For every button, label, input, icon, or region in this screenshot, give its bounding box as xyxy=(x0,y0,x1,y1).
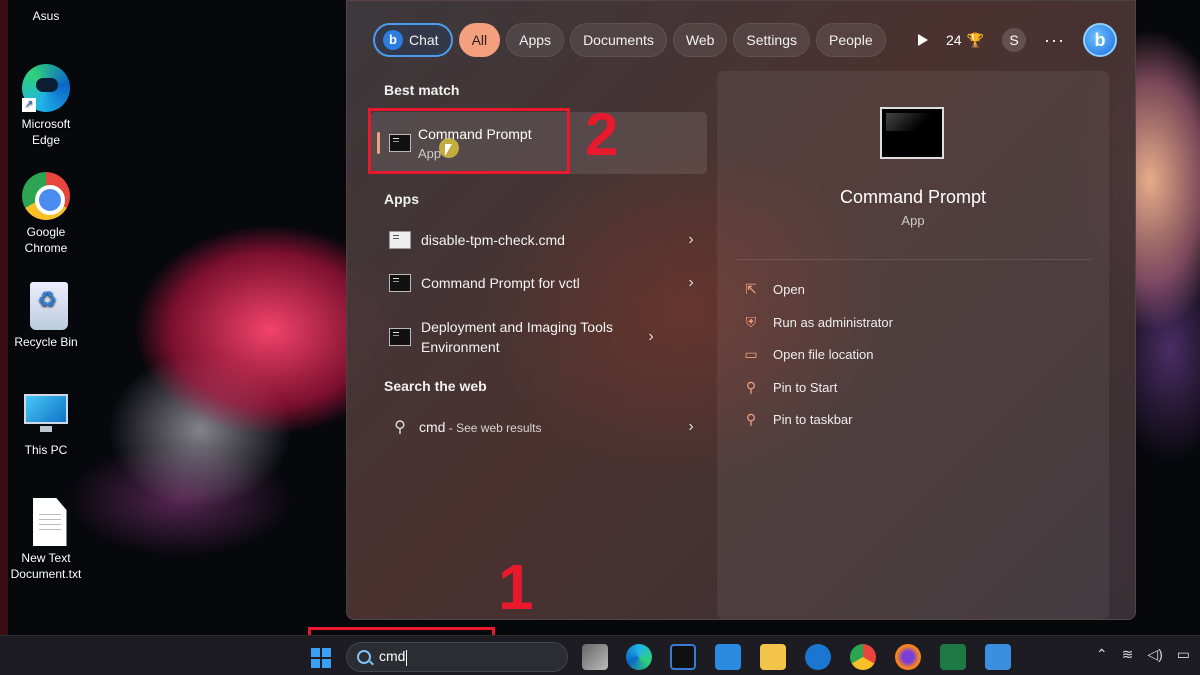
avatar[interactable]: S xyxy=(1002,28,1027,52)
pin-icon: ⚲ xyxy=(745,378,757,395)
command-prompt-icon xyxy=(880,107,944,159)
action-pin-to-taskbar[interactable]: ⚲ Pin to taskbar xyxy=(743,407,853,431)
script-file-icon xyxy=(389,231,411,249)
edge-icon: ↗ xyxy=(22,64,70,112)
annotation-box-step-2 xyxy=(368,108,570,174)
battery-icon[interactable]: ▭ xyxy=(1177,646,1190,663)
desktop-icon-edge[interactable]: ↗ Microsoft Edge xyxy=(8,64,84,148)
list-item[interactable]: Deployment and Imaging Tools Environment… xyxy=(371,315,707,359)
annotation-number-1: 1 xyxy=(498,551,534,623)
command-prompt-icon xyxy=(389,274,411,292)
action-open-file-location[interactable]: ▭ Open file location xyxy=(743,342,873,366)
search-flyout: b Chat All Apps Documents Web Settings P… xyxy=(346,0,1136,620)
web-search-result[interactable]: ⚲ cmd - See web results › xyxy=(371,407,707,447)
detail-pane: Command Prompt App ⇱ Open ⛨ Run as admin… xyxy=(717,71,1109,619)
chevron-right-icon[interactable]: › xyxy=(681,274,701,292)
desktop-icon-text-document[interactable]: New Text Document.txt xyxy=(8,498,84,582)
system-tray: ⌃ ≋ ◁) ▭ xyxy=(1096,646,1190,663)
pin-icon: ⚲ xyxy=(745,410,757,427)
open-external-icon: ⇱ xyxy=(745,280,757,297)
mail-icon[interactable] xyxy=(715,644,741,670)
divider xyxy=(735,259,1091,260)
command-prompt-icon xyxy=(389,328,411,346)
edge-icon[interactable] xyxy=(626,644,652,670)
chevron-up-icon[interactable]: ⌃ xyxy=(1096,646,1108,663)
folder-icon: ▭ xyxy=(744,345,758,362)
chevron-right-icon[interactable]: › xyxy=(681,231,701,249)
action-run-as-admin[interactable]: ⛨ Run as administrator xyxy=(743,310,893,334)
chrome-icon xyxy=(22,172,70,220)
task-view-icon[interactable] xyxy=(582,644,608,670)
tab-documents[interactable]: Documents xyxy=(570,23,667,57)
desktop-icon-this-pc[interactable]: This PC xyxy=(8,390,84,458)
play-icon[interactable] xyxy=(918,34,928,46)
folder-icon[interactable] xyxy=(760,644,786,670)
video-app-icon[interactable] xyxy=(670,644,696,670)
tab-apps[interactable]: Apps xyxy=(506,23,565,57)
volume-icon[interactable]: ◁) xyxy=(1147,646,1162,663)
desktop-icon-label: This PC xyxy=(24,443,68,457)
internet-explorer-icon[interactable] xyxy=(805,644,831,670)
excel-icon[interactable] xyxy=(940,644,966,670)
desktop-icon-chrome[interactable]: Google Chrome xyxy=(8,172,84,256)
text-file-icon xyxy=(32,498,67,546)
wifi-icon[interactable]: ≋ xyxy=(1122,646,1134,663)
desktop-icon-label: Microsoft xyxy=(21,117,71,131)
detail-title: Command Prompt xyxy=(839,187,987,207)
chevron-right-icon[interactable]: › xyxy=(681,418,701,436)
taskbar: cmd ⌃ ≋ ◁) ▭ xyxy=(0,635,1200,675)
desktop-icon-recycle-bin[interactable]: Recycle Bin xyxy=(8,282,84,350)
search-icon: ⚲ xyxy=(394,419,406,436)
desktop-icon-label: New Text xyxy=(21,551,71,565)
taskbar-search-input[interactable]: cmd xyxy=(346,642,568,672)
flyout-header-right: 24 🏆 S ··· b xyxy=(918,23,1117,57)
best-match-heading: Best match xyxy=(384,82,460,98)
tab-chat[interactable]: b Chat xyxy=(373,23,453,57)
window-edge xyxy=(0,0,8,635)
more-options-icon[interactable]: ··· xyxy=(1044,30,1065,51)
list-item[interactable]: disable-tpm-check.cmd › xyxy=(371,220,707,260)
detail-type: App xyxy=(901,213,925,228)
tab-all[interactable]: All xyxy=(458,23,501,57)
rewards-points[interactable]: 24 🏆 xyxy=(946,32,984,49)
search-web-heading: Search the web xyxy=(384,378,487,394)
shield-icon: ⛨ xyxy=(745,313,757,330)
action-open[interactable]: ⇱ Open xyxy=(743,277,805,301)
desktop-icon-label: Edge xyxy=(31,133,61,147)
search-icon xyxy=(357,650,371,664)
bing-icon[interactable]: b xyxy=(1083,23,1117,57)
notepad-icon[interactable] xyxy=(985,644,1011,670)
trophy-icon: 🏆 xyxy=(966,31,985,48)
chevron-right-icon[interactable]: › xyxy=(641,328,661,346)
tab-people[interactable]: People xyxy=(816,23,886,57)
windows-start-icon[interactable] xyxy=(311,648,331,668)
desktop-icon-label: Chrome xyxy=(24,241,68,255)
desktop-icon-label: Recycle Bin xyxy=(14,335,78,349)
list-item[interactable]: Command Prompt for vctl › xyxy=(371,263,707,303)
tab-web[interactable]: Web xyxy=(672,23,728,57)
filter-tabs: b Chat All Apps Documents Web Settings P… xyxy=(373,23,886,57)
bing-chat-icon: b xyxy=(383,30,403,50)
chrome-icon[interactable] xyxy=(850,644,876,670)
apps-heading: Apps xyxy=(384,191,419,207)
recycle-bin-icon xyxy=(29,282,68,330)
annotation-number-2: 2 xyxy=(585,101,619,168)
action-pin-to-start[interactable]: ⚲ Pin to Start xyxy=(743,375,837,399)
desktop-icon-label: Google xyxy=(26,225,66,239)
monitor-icon xyxy=(22,390,70,438)
desktop-label-asus[interactable]: Asus xyxy=(8,8,84,28)
firefox-icon[interactable] xyxy=(895,644,921,670)
tab-settings[interactable]: Settings xyxy=(733,23,811,57)
desktop-icon-label: Document.txt xyxy=(10,567,82,581)
